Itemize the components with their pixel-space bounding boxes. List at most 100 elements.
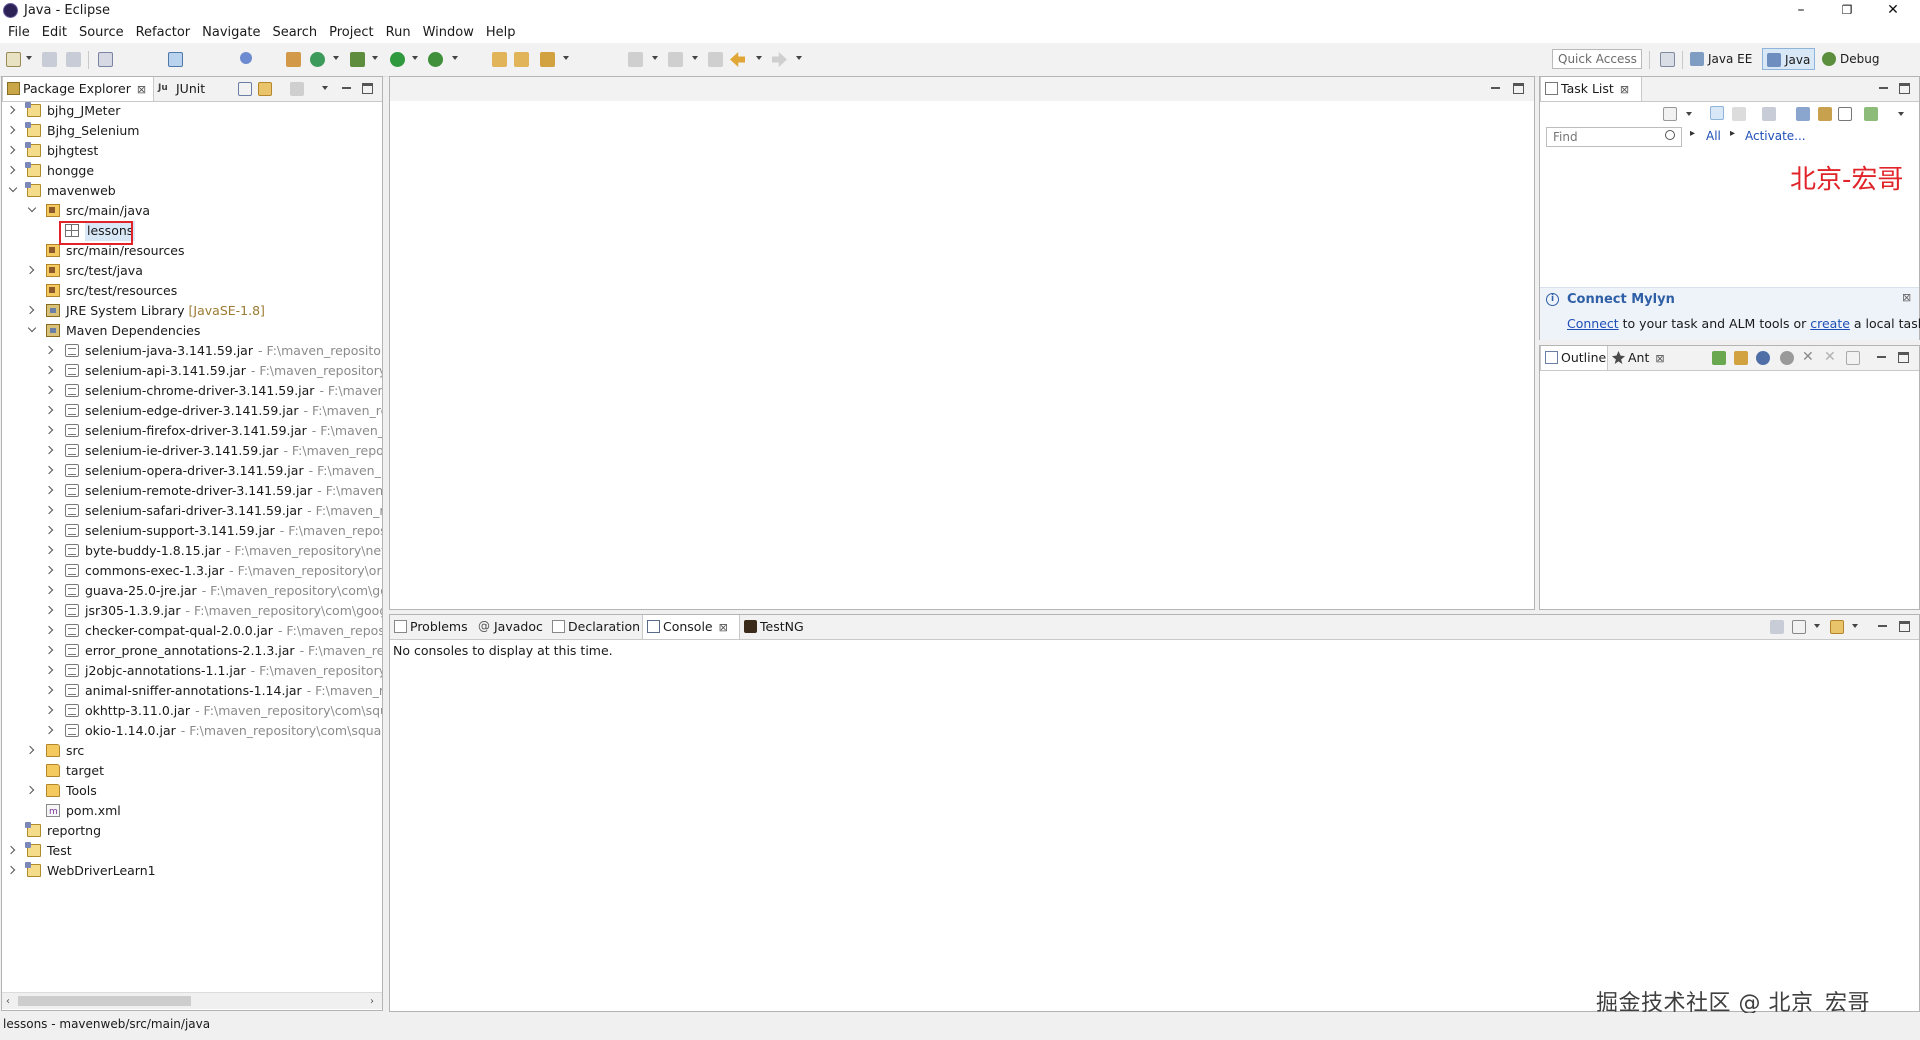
- menu-window[interactable]: Window: [417, 22, 480, 43]
- forward-icon[interactable]: [772, 52, 787, 67]
- menu-navigate[interactable]: Navigate: [196, 22, 266, 43]
- chevron-right-icon[interactable]: [44, 405, 54, 415]
- open-perspective-icon[interactable]: [1660, 52, 1675, 67]
- scheduled-icon[interactable]: [1732, 107, 1746, 121]
- chevron-right-icon[interactable]: [44, 425, 54, 435]
- tree-item-jsr305-1-3-9-jar[interactable]: jsr305-1.3.9.jar - F:\maven_repository\co…: [2, 601, 382, 621]
- chevron-right-icon[interactable]: [6, 125, 16, 135]
- perspective-java-ee[interactable]: Java EE: [1686, 48, 1756, 70]
- tree-item-tools[interactable]: Tools: [2, 781, 382, 801]
- tree-item-animal-sniffer-annotations-1-14-jar[interactable]: animal-sniffer-annotations-1.14.jar - F:\…: [2, 681, 382, 701]
- search-buildfile-icon[interactable]: [1734, 351, 1748, 365]
- menu-refactor[interactable]: Refactor: [130, 22, 197, 43]
- tree-item-okio-1-14-0-jar[interactable]: okio-1.14.0.jar - F:\maven_repository\com…: [2, 721, 382, 741]
- display-console-icon[interactable]: [1792, 620, 1806, 634]
- tree-item-checker-compat-qual-2-0-0-jar[interactable]: checker-compat-qual-2.0.0.jar - F:\maven_…: [2, 621, 382, 641]
- focus-workweek-icon[interactable]: [1796, 107, 1810, 121]
- close-tab-icon[interactable]: ⊠: [719, 616, 728, 640]
- new-server-icon[interactable]: [310, 52, 325, 67]
- tree-item-selenium-chrome-driver-3-141-59-jar[interactable]: selenium-chrome-driver-3.141.59.jar - F:\…: [2, 381, 382, 401]
- categorized-icon[interactable]: [1710, 106, 1724, 120]
- tree-item-bjhg-selenium[interactable]: Bjhg_Selenium: [2, 121, 382, 141]
- tree-item-okhttp-3-11-0-jar[interactable]: okhttp-3.11.0.jar - F:\maven_repository\c…: [2, 701, 382, 721]
- perspective-debug[interactable]: Debug: [1818, 48, 1883, 70]
- chevron-right-icon[interactable]: [6, 845, 16, 855]
- tree-item-selenium-api-3-141-59-jar[interactable]: selenium-api-3.141.59.jar - F:\maven_repo…: [2, 361, 382, 381]
- chevron-right-icon[interactable]: [44, 725, 54, 735]
- new-task-icon[interactable]: [1663, 107, 1677, 121]
- chevron-right-icon[interactable]: [44, 465, 54, 475]
- chevron-right-icon[interactable]: [44, 705, 54, 715]
- task-repositories-icon[interactable]: [1864, 107, 1878, 121]
- chevron-right-icon[interactable]: [44, 485, 54, 495]
- chevron-right-icon[interactable]: [44, 525, 54, 535]
- menu-search[interactable]: Search: [266, 22, 323, 43]
- tree-item-src-test-resources[interactable]: src/test/resources: [2, 281, 382, 301]
- new-icon[interactable]: [6, 52, 21, 67]
- server-dropdown-arrow-icon[interactable]: [333, 56, 339, 60]
- chevron-right-icon[interactable]: [25, 785, 35, 795]
- terminal-icon[interactable]: [168, 52, 183, 67]
- horizontal-scrollbar[interactable]: ‹ ›: [2, 992, 382, 1009]
- quick-access-input[interactable]: Quick Access: [1552, 49, 1642, 69]
- minimize-view-icon[interactable]: [1878, 83, 1889, 94]
- tree-item-selenium-safari-driver-3-141-59-jar[interactable]: selenium-safari-driver-3.141.59.jar - F:\…: [2, 501, 382, 521]
- connect-link[interactable]: Connect: [1567, 316, 1619, 331]
- tab-ant[interactable]: Ant ⊠: [1608, 346, 1674, 370]
- scrollbar-thumb[interactable]: [18, 996, 191, 1006]
- chevron-right-icon[interactable]: [44, 345, 54, 355]
- chevron-right-icon[interactable]: [44, 585, 54, 595]
- tree-item-bjhg-jmeter[interactable]: bjhg_JMeter: [2, 101, 382, 121]
- search-tool-icon[interactable]: [540, 52, 555, 67]
- chevron-right-icon[interactable]: [44, 385, 54, 395]
- tree-item-bjhgtest[interactable]: bjhgtest: [2, 141, 382, 161]
- maximize-view-icon[interactable]: [1898, 352, 1909, 363]
- tree-item-reportng[interactable]: reportng: [2, 821, 382, 841]
- link-with-editor-icon[interactable]: [258, 82, 272, 96]
- coverage-icon[interactable]: [428, 52, 443, 67]
- maximize-view-icon[interactable]: [1899, 83, 1910, 94]
- close-tab-icon[interactable]: ⊠: [137, 78, 146, 102]
- tree-item-target[interactable]: target: [2, 761, 382, 781]
- next-annotation-icon[interactable]: [628, 52, 643, 67]
- close-tab-icon[interactable]: ⊠: [1655, 347, 1664, 371]
- chevron-right-icon[interactable]: [44, 625, 54, 635]
- chevron-right-icon[interactable]: [44, 685, 54, 695]
- chevron-right-icon[interactable]: [6, 145, 16, 155]
- tree-item-selenium-support-3-141-59-jar[interactable]: selenium-support-3.141.59.jar - F:\maven_…: [2, 521, 382, 541]
- create-link[interactable]: create: [1810, 316, 1850, 331]
- tree-item-mavenweb[interactable]: mavenweb: [2, 181, 382, 201]
- menu-run[interactable]: Run: [380, 22, 417, 43]
- save-all-icon[interactable]: [66, 52, 81, 67]
- collapse-all-icon[interactable]: [238, 82, 252, 96]
- restore-button[interactable]: ❐: [1824, 0, 1870, 22]
- maximize-view-icon[interactable]: [1899, 621, 1910, 632]
- view-menu-icon[interactable]: [322, 86, 328, 90]
- open-task-icon[interactable]: [514, 52, 529, 67]
- pin-console-icon[interactable]: [1770, 620, 1784, 634]
- tree-item-src[interactable]: src: [2, 741, 382, 761]
- new-task-dropdown-arrow-icon[interactable]: [1686, 112, 1692, 116]
- last-edit-icon[interactable]: [708, 52, 723, 67]
- maximize-editor-icon[interactable]: [1513, 83, 1524, 94]
- close-banner-icon[interactable]: ⊠: [1902, 291, 1911, 304]
- tree-item-selenium-edge-driver-3-141-59-jar[interactable]: selenium-edge-driver-3.141.59.jar - F:\ma…: [2, 401, 382, 421]
- tree-item-webdriverlearn1[interactable]: WebDriverLearn1: [2, 861, 382, 881]
- tab-testng[interactable]: TestNG: [740, 615, 816, 639]
- chevron-right-icon[interactable]: [6, 865, 16, 875]
- chevron-right-icon[interactable]: [44, 565, 54, 575]
- forward-dropdown-arrow-icon[interactable]: [796, 56, 802, 60]
- find-input[interactable]: Find: [1546, 127, 1682, 147]
- coverage-dropdown-arrow-icon[interactable]: [452, 56, 458, 60]
- back-dropdown-arrow-icon[interactable]: [756, 56, 762, 60]
- tree-item-hongge[interactable]: hongge: [2, 161, 382, 181]
- chevron-right-icon[interactable]: [44, 365, 54, 375]
- remove-all-icon[interactable]: ✕: [1824, 349, 1836, 365]
- close-tab-icon[interactable]: ⊠: [1620, 78, 1629, 102]
- tree-item-byte-buddy-1-8-15-jar[interactable]: byte-buddy-1.8.15.jar - F:\maven_reposito…: [2, 541, 382, 561]
- chevron-right-icon[interactable]: [25, 745, 35, 755]
- tree-item-j2objc-annotations-1-1-jar[interactable]: j2objc-annotations-1.1.jar - F:\maven_rep…: [2, 661, 382, 681]
- run-icon[interactable]: [390, 52, 405, 67]
- run-dropdown-arrow-icon[interactable]: [412, 56, 418, 60]
- tab-declaration[interactable]: Declaration: [548, 615, 642, 639]
